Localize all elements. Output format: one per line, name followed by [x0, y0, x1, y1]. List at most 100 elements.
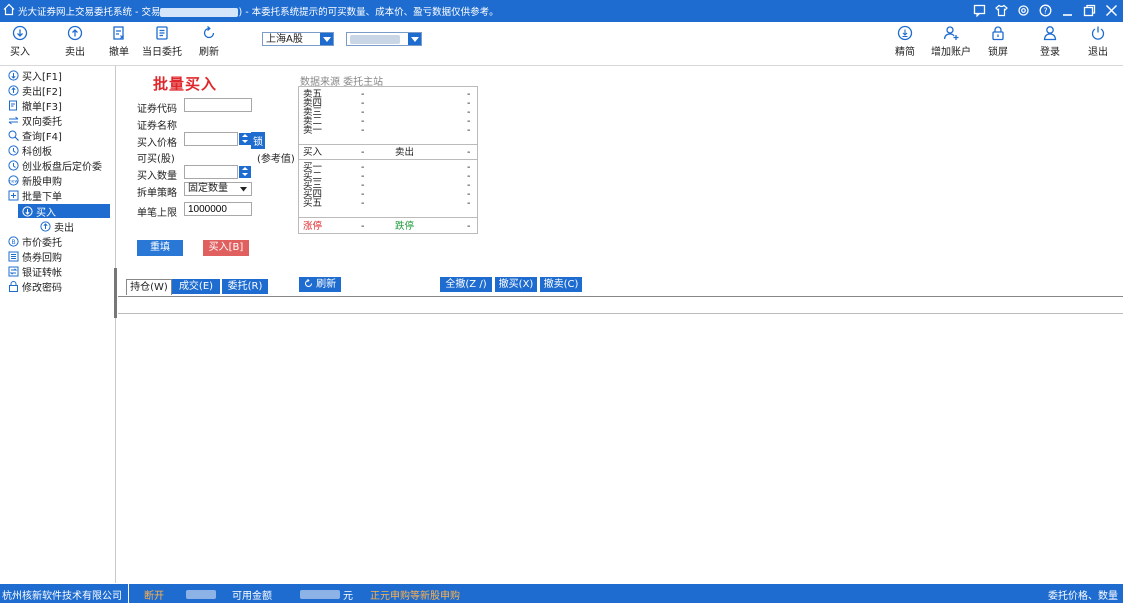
minimize-icon[interactable]: [1059, 2, 1075, 18]
sell-circle-icon: [8, 85, 19, 96]
market-select[interactable]: 上海A股: [262, 32, 334, 46]
buy-quantity-input[interactable]: [184, 165, 238, 179]
connection-status: 断开: [144, 591, 164, 602]
ask-1-price: -: [361, 125, 365, 136]
ask-1-label: 卖一: [303, 125, 323, 136]
security-code-input[interactable]: [184, 98, 252, 112]
mid-price: -: [361, 147, 365, 158]
sidebar-splitter[interactable]: [114, 268, 117, 318]
two-way-icon: [8, 116, 19, 125]
tab-orders[interactable]: 委托(R): [222, 279, 268, 294]
cancel-order-button[interactable]: 撤单: [105, 25, 133, 58]
simple-mode-icon: [897, 25, 913, 41]
mid-sell-label: 卖出: [395, 147, 415, 158]
add-account-button[interactable]: 增加账户: [928, 25, 974, 58]
sidebar-item-market-order[interactable]: B 市价委托: [8, 235, 62, 249]
sidebar-item-cancel[interactable]: 撤单[F3]: [8, 99, 62, 113]
split-label: 拆单策略: [137, 188, 177, 199]
buy-price-input[interactable]: [184, 132, 238, 146]
gem-board-icon: [8, 160, 19, 171]
redacted-account-number: [350, 34, 400, 44]
available-label: 可买(股): [137, 154, 175, 165]
today-orders-button[interactable]: 当日委托: [138, 25, 186, 58]
refresh-button[interactable]: 刷新: [299, 277, 341, 292]
bid-5-label: 买五: [303, 198, 323, 209]
bond-icon: [8, 251, 19, 262]
sidebar-item-sell[interactable]: 卖出[F2]: [8, 84, 62, 98]
cancel-all-button[interactable]: 全撤(Z /): [440, 277, 492, 292]
price-lock-button[interactable]: 锁: [251, 132, 265, 149]
cancel-sell-button[interactable]: 撤卖(C): [540, 277, 582, 292]
new-stock-icon: new: [8, 175, 19, 186]
buy-submit-button[interactable]: 买入[B]: [203, 240, 249, 256]
page-title: 批量买入: [153, 75, 218, 93]
login-button[interactable]: 登录: [1036, 25, 1064, 58]
grid-header-border: [118, 313, 1123, 314]
tab-bar: 持仓(W) 成交(E) 委托(R) 刷新 全撤(Z /) 撤买(X) 撤卖(C): [118, 277, 1123, 295]
simple-mode-button[interactable]: 精简: [891, 25, 919, 58]
buy-circle-icon: [22, 205, 33, 217]
home-icon: [3, 3, 15, 16]
title-bar: 光大证券网上交易委托系统 - 交易) - 本委托系统提示的可买数量、成本价、盈亏…: [0, 0, 1123, 22]
restore-icon[interactable]: [1081, 2, 1097, 18]
lock-screen-button[interactable]: 锁屏: [984, 25, 1012, 58]
market-price-icon: B: [8, 236, 19, 247]
help-icon[interactable]: ?: [1037, 2, 1053, 18]
sidebar-item-transfer[interactable]: 银证转帐: [8, 265, 62, 279]
sidebar-item-batch-buy[interactable]: 买入: [18, 204, 110, 219]
lock-icon: [9, 281, 18, 292]
chevron-down-icon: [240, 187, 247, 192]
settings-icon[interactable]: [1015, 2, 1031, 18]
cancel-doc-icon: [113, 26, 124, 40]
limit-up-label: 涨停: [303, 221, 323, 232]
star-board-icon: [8, 145, 19, 156]
sidebar-item-gem-board[interactable]: 创业板盘后定价委: [8, 159, 102, 173]
book-divider: [299, 159, 477, 160]
bid-5-price: -: [361, 198, 365, 209]
refresh-icon: [304, 278, 312, 287]
cancel-buy-button[interactable]: 撤买(X): [495, 277, 537, 292]
limit-down-label: 跌停: [395, 221, 415, 232]
reset-button[interactable]: 重填: [137, 240, 183, 256]
add-user-icon: [943, 26, 959, 40]
redacted-account: [160, 8, 239, 17]
ask-1-volume: -: [467, 125, 471, 136]
tab-trades[interactable]: 成交(E): [172, 279, 220, 294]
ipo-notice[interactable]: 正元申购等新股申购: [370, 587, 460, 602]
batch-icon: [8, 190, 19, 201]
sell-circle-icon: [40, 221, 51, 232]
order-limit-input[interactable]: [184, 202, 252, 216]
sidebar-item-two-way[interactable]: 双向委托: [8, 114, 62, 128]
sidebar-item-star-board[interactable]: 科创板: [8, 144, 52, 158]
sidebar-item-buy[interactable]: 买入[F1]: [8, 69, 62, 83]
search-icon: [8, 130, 19, 141]
bid-5-volume: -: [467, 198, 471, 209]
power-icon: [1091, 26, 1105, 40]
close-icon[interactable]: [1103, 2, 1119, 18]
price-stepper[interactable]: [239, 133, 251, 145]
sidebar-item-new-stock[interactable]: new 新股申购: [8, 174, 62, 188]
split-strategy-select[interactable]: 固定数量: [184, 182, 252, 196]
sidebar-item-query[interactable]: 查询[F4]: [8, 129, 62, 143]
account-select[interactable]: [346, 32, 422, 46]
limit-label: 单笔上限: [137, 208, 177, 219]
document-icon: [156, 26, 168, 40]
quantity-stepper[interactable]: [239, 166, 251, 178]
shirt-skin-icon[interactable]: [993, 2, 1009, 18]
tab-holdings[interactable]: 持仓(W): [126, 279, 172, 295]
toolbar: 买入 卖出 撤单 当日委托 刷新 上海A股 精简 增加账户 锁屏 登录 退出: [0, 22, 1123, 66]
sidebar-item-bond-repo[interactable]: 债券回购: [8, 250, 62, 264]
reference-label: (参考值): [257, 154, 295, 165]
sidebar-item-batch[interactable]: 批量下单: [8, 189, 62, 203]
sell-circle-icon: [67, 25, 83, 41]
sidebar-item-batch-sell[interactable]: 卖出: [40, 220, 74, 234]
buy-button[interactable]: 买入: [6, 25, 34, 58]
mid-volume: -: [467, 147, 471, 158]
sidebar-item-change-password[interactable]: 修改密码: [8, 280, 62, 294]
svg-text:?: ?: [1043, 6, 1047, 15]
sell-button[interactable]: 卖出: [59, 25, 91, 58]
exit-button[interactable]: 退出: [1084, 25, 1112, 58]
limit-down-price: -: [467, 221, 471, 232]
message-icon[interactable]: [971, 2, 987, 18]
refresh-button[interactable]: 刷新: [194, 25, 224, 58]
